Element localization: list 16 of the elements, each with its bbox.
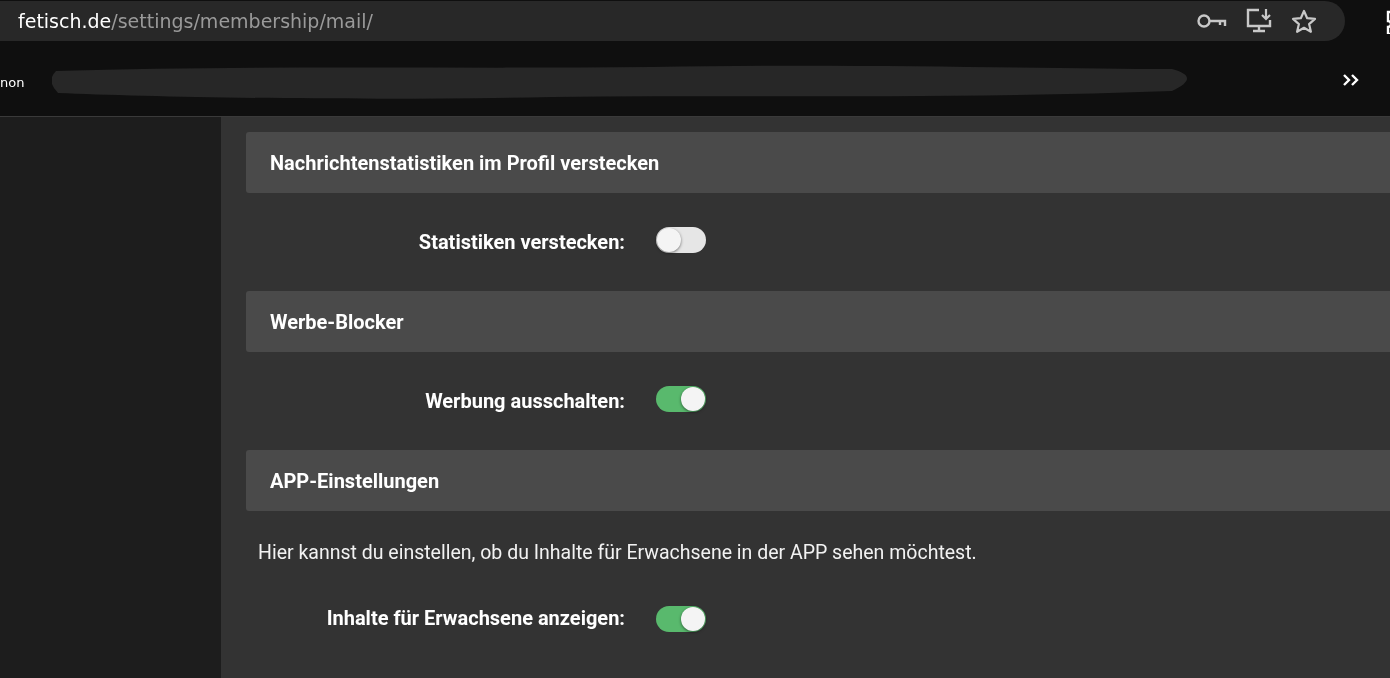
toggle-switch[interactable] bbox=[656, 227, 706, 253]
key-icon[interactable] bbox=[1197, 13, 1227, 29]
setting-label: Statistiken verstecken: bbox=[417, 230, 625, 254]
bookmark-item[interactable]: non bbox=[0, 74, 25, 90]
toggle-switch[interactable] bbox=[656, 386, 706, 412]
section-description: Hier kannst du einstellen, ob du Inhalte für Erwachsene in der APP sehen möchtest. bbox=[257, 540, 978, 564]
chevron-icon[interactable] bbox=[1342, 73, 1360, 87]
setting-label: Werbung ausschalten: bbox=[424, 389, 625, 413]
toggle-switch[interactable] bbox=[656, 606, 706, 632]
section-header: APP-Einstellungen bbox=[246, 450, 1390, 511]
section-header: Nachrichtenstatistiken im Profil verstecken bbox=[246, 132, 1390, 193]
star-icon[interactable] bbox=[1291, 8, 1317, 34]
section-header: Werbe-Blocker bbox=[246, 291, 1390, 352]
address-bar-url[interactable]: fetisch.de/settings/membership/mail/ bbox=[18, 10, 373, 32]
setting-label: Inhalte für Erwachsene anzeigen: bbox=[325, 606, 625, 630]
install-app-icon[interactable] bbox=[1245, 8, 1273, 34]
